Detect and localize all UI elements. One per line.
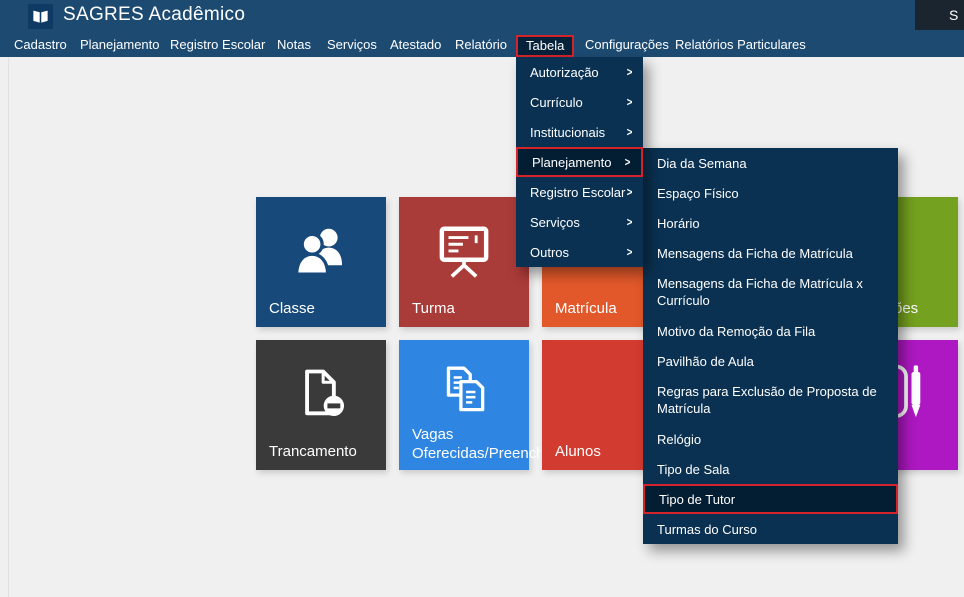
planejamento-submenu: Dia da Semana Espaço Físico Horário Mens… <box>643 148 898 544</box>
submenu-item-mensagens-ficha-matricula-x-curriculo[interactable]: Mensagens da Ficha de Matrícula x Curríc… <box>643 268 898 316</box>
tile-turma[interactable]: Turma <box>399 197 529 327</box>
dropdown-item-planejamento[interactable]: Planejamento > <box>516 147 643 177</box>
chevron-right-icon: > <box>627 95 633 109</box>
menu-item-relatorios-particulares[interactable]: Relatórios Particulares <box>675 33 806 57</box>
app-window: Classe Turma Matrícula ões Tranc <box>0 0 964 597</box>
dropdown-item-registro-escolar[interactable]: Registro Escolar > <box>516 177 643 207</box>
menubar: Cadastro Planejamento Registro Escolar N… <box>0 33 964 57</box>
submenu-item-horario[interactable]: Horário <box>643 208 898 238</box>
menu-item-tabela[interactable]: Tabela <box>516 35 574 57</box>
submenu-item-tipo-de-tutor[interactable]: Tipo de Tutor <box>643 484 898 514</box>
tile-label-fragment: ões <box>894 299 952 318</box>
menu-item-cadastro[interactable]: Cadastro <box>14 33 67 57</box>
menu-item-relatorio[interactable]: Relatório <box>455 33 507 57</box>
menu-item-registro-escolar[interactable]: Registro Escolar <box>170 33 265 57</box>
menu-item-notas[interactable]: Notas <box>277 33 311 57</box>
submenu-item-relogio[interactable]: Relógio <box>643 424 898 454</box>
menu-item-planejamento[interactable]: Planejamento <box>80 33 160 57</box>
chevron-right-icon: > <box>627 125 633 139</box>
dropdown-item-autorizacao[interactable]: Autorização > <box>516 57 643 87</box>
submenu-item-mensagens-ficha-matricula[interactable]: Mensagens da Ficha de Matrícula <box>643 238 898 268</box>
tile-trancamento[interactable]: Trancamento <box>256 340 386 470</box>
chevron-right-icon: > <box>627 65 633 79</box>
submenu-item-tipo-de-sala[interactable]: Tipo de Sala <box>643 454 898 484</box>
tile-label: Turma <box>412 299 523 318</box>
tile-vagas-oferecidas-preenchidas[interactable]: Vagas Oferecidas/Preenchidas <box>399 340 529 470</box>
dropdown-item-servicos[interactable]: Serviços > <box>516 207 643 237</box>
tile-label: Vagas Oferecidas/Preenchidas <box>412 425 523 463</box>
submenu-item-turmas-do-curso[interactable]: Turmas do Curso <box>643 514 898 544</box>
tile-classe[interactable]: Classe <box>256 197 386 327</box>
tile-label: Trancamento <box>269 442 380 461</box>
submenu-item-dia-da-semana[interactable]: Dia da Semana <box>643 148 898 178</box>
dropdown-item-outros[interactable]: Outros > <box>516 237 643 267</box>
chevron-right-icon: > <box>627 245 633 259</box>
menu-item-servicos[interactable]: Serviços <box>327 33 377 57</box>
submenu-item-regras-exclusao-proposta-matricula[interactable]: Regras para Exclusão de Proposta de Matr… <box>643 376 898 424</box>
dropdown-item-curriculo[interactable]: Currículo > <box>516 87 643 117</box>
document-minus-icon <box>291 364 351 424</box>
chevron-right-icon: > <box>625 155 631 169</box>
submenu-item-espaco-fisico[interactable]: Espaço Físico <box>643 178 898 208</box>
submenu-item-pavilhao-de-aula[interactable]: Pavilhão de Aula <box>643 346 898 376</box>
submenu-item-motivo-remocao-fila[interactable]: Motivo da Remoção da Fila <box>643 316 898 346</box>
dropdown-item-institucionais[interactable]: Institucionais > <box>516 117 643 147</box>
menu-item-atestado[interactable]: Atestado <box>390 33 441 57</box>
presentation-board-icon <box>433 221 495 283</box>
chevron-right-icon: > <box>627 185 633 199</box>
chevron-right-icon: > <box>627 215 633 229</box>
tabela-dropdown-menu: Autorização > Currículo > Institucionais… <box>516 57 643 267</box>
people-icon <box>290 221 352 283</box>
documents-icon <box>435 364 493 420</box>
menu-item-configuracoes[interactable]: Configurações <box>585 33 669 57</box>
tile-label: Classe <box>269 299 380 318</box>
